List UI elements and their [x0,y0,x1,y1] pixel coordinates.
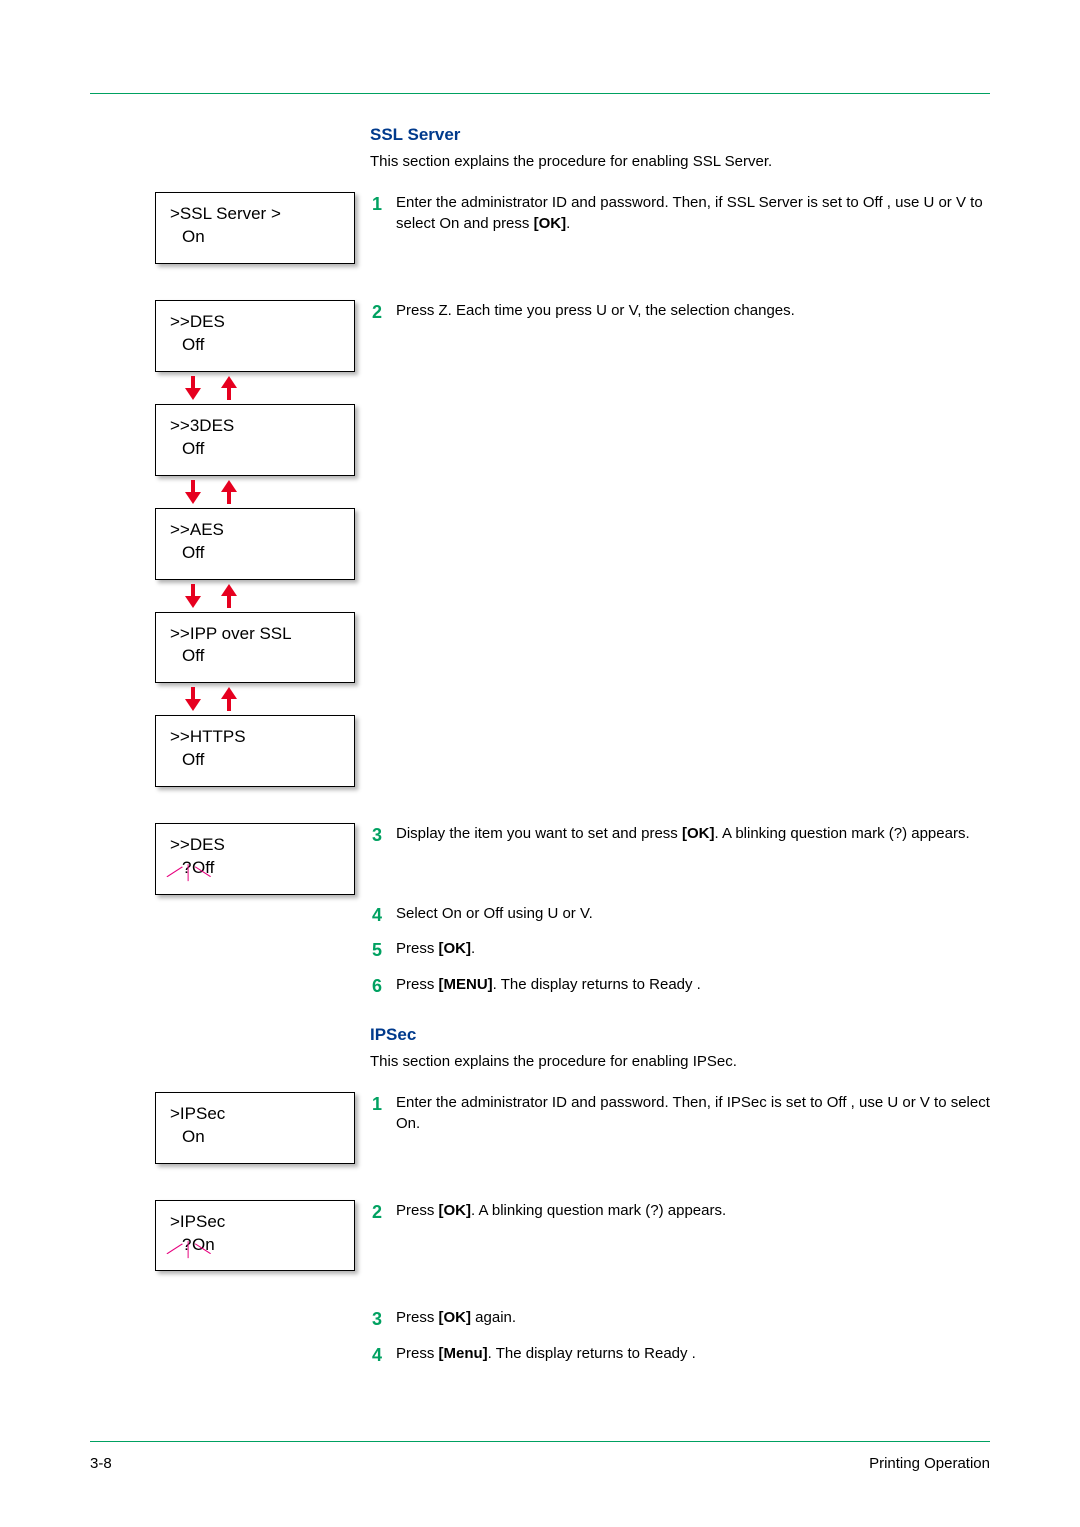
lcd-aes: >>AES Off [155,508,355,580]
lcd-line2: Off [170,542,340,565]
ipsec-intro: This section explains the procedure for … [370,1051,990,1072]
step-text: Display the item you want to set and pre… [396,823,990,844]
lcd-ipp-over-ssl: >>IPP over SSL Off [155,612,355,684]
lcd-des: >>DES Off [155,300,355,372]
ssl-step-3: 3 Display the item you want to set and p… [370,823,990,848]
lcd-line1: >SSL Server > [170,203,340,226]
lcd-line1: >>3DES [170,415,340,438]
lcd-line1: >>IPP over SSL [170,623,340,646]
lcd-line2: On [170,1126,340,1149]
step-text: Press [Menu]. The display returns to Rea… [396,1343,990,1364]
lcd-ipsec-question: >IPSec ? ╱│╲ On [155,1200,355,1272]
arrow-down-icon [185,584,201,608]
nav-arrows [185,480,370,504]
step-number: 2 [370,300,382,325]
step-text: Press Z. Each time you press U or V, the… [396,300,990,321]
rule-bottom [90,1441,990,1442]
step-number: 5 [370,938,382,963]
lcd-line1: >>DES [170,834,340,857]
lcd-line2: On [170,226,340,249]
page-content: SSL Server This section explains the pro… [90,125,990,1427]
ipsec-step-3: 3 Press [OK] again. [370,1307,990,1332]
step-number: 4 [370,1343,382,1368]
ssl-server-heading: SSL Server [370,125,990,145]
ssl-step-1: 1 Enter the administrator ID and passwor… [370,192,990,234]
step-number: 6 [370,974,382,999]
lcd-https: >>HTTPS Off [155,715,355,787]
ssl-step-2: 2 Press Z. Each time you press U or V, t… [370,300,990,325]
nav-arrows [185,584,370,608]
lcd-line1: >IPSec [170,1211,340,1234]
footer-title: Printing Operation [869,1455,990,1472]
lcd-line1: >>HTTPS [170,726,340,749]
lcd-line1: >>DES [170,311,340,334]
step-number: 2 [370,1200,382,1225]
ipsec-step-2: 2 Press [OK]. A blinking question mark (… [370,1200,990,1225]
lcd-line1: >IPSec [170,1103,340,1126]
lcd-line2: Off [170,334,340,357]
step-text: Enter the administrator ID and password.… [396,1092,990,1134]
ssl-step-6: 6 Press [MENU]. The display returns to R… [370,974,990,999]
arrow-up-icon [221,687,237,711]
step-text: Select On or Off using U or V. [396,903,990,924]
arrow-down-icon [185,687,201,711]
step-text: Press [OK] again. [396,1307,990,1328]
lcd-line2: ? ╱│╲ Off [170,857,340,880]
step-text: Enter the administrator ID and password.… [396,192,990,234]
lcd-3des: >>3DES Off [155,404,355,476]
nav-arrows [185,376,370,400]
ssl-step-4: 4 Select On or Off using U or V. [370,903,990,928]
step-text: Press [OK]. [396,938,990,959]
lcd-ssl-server: >SSL Server > On [155,192,355,264]
arrow-up-icon [221,584,237,608]
arrow-down-icon [185,480,201,504]
ssl-step-5: 5 Press [OK]. [370,938,990,963]
ipsec-step-1: 1 Enter the administrator ID and passwor… [370,1092,990,1134]
ipsec-step-4: 4 Press [Menu]. The display returns to R… [370,1343,990,1368]
lcd-ipsec: >IPSec On [155,1092,355,1164]
step-number: 3 [370,823,382,848]
lcd-line2: Off [170,749,340,772]
step-text: Press [OK]. A blinking question mark (?)… [396,1200,990,1221]
step-number: 3 [370,1307,382,1332]
lcd-line2: Off [170,438,340,461]
step-number: 1 [370,1092,382,1117]
step-number: 1 [370,192,382,217]
ipsec-heading: IPSec [370,1025,990,1045]
step-number: 4 [370,903,382,928]
arrow-up-icon [221,376,237,400]
blink-rays-icon: ╱│╲ [172,1246,206,1253]
lcd-line2: Off [170,645,340,668]
arrow-up-icon [221,480,237,504]
nav-arrows [185,687,370,711]
rule-top [90,93,990,94]
lcd-line2: ? ╱│╲ On [170,1234,340,1257]
step-text: Press [MENU]. The display returns to Rea… [396,974,990,995]
blink-rays-icon: ╱│╲ [172,869,206,876]
page-number: 3-8 [90,1455,112,1472]
ssl-server-intro: This section explains the procedure for … [370,151,990,172]
lcd-line1: >>AES [170,519,340,542]
lcd-des-question: >>DES ? ╱│╲ Off [155,823,355,895]
arrow-down-icon [185,376,201,400]
